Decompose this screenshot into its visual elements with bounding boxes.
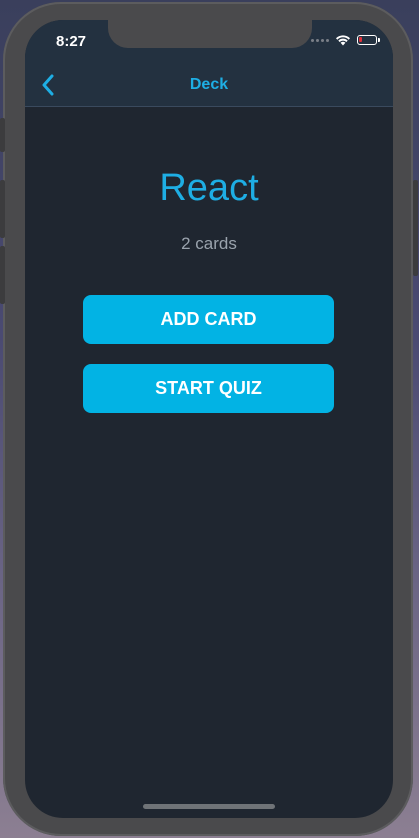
cellular-signal-icon: [311, 38, 329, 42]
battery-icon: [357, 35, 380, 45]
add-card-button[interactable]: ADD CARD: [83, 295, 334, 344]
notch: [108, 20, 312, 48]
volume-down-button: [0, 246, 5, 304]
silent-switch: [0, 118, 5, 152]
deck-title: React: [159, 167, 259, 209]
home-indicator[interactable]: [143, 804, 275, 809]
wifi-icon: [336, 35, 350, 46]
start-quiz-button[interactable]: START QUIZ: [83, 364, 334, 413]
volume-up-button: [0, 180, 5, 238]
status-time: 8:27: [56, 33, 87, 50]
navigation-bar: Deck: [25, 64, 393, 107]
phone-screen: 8:27 Deck React 2 cards ADD CARD START Q…: [25, 20, 393, 818]
nav-title: Deck: [189, 76, 229, 93]
status-icons: [311, 34, 380, 46]
deck-card-count: 2 cards: [181, 234, 237, 253]
power-button: [413, 180, 418, 276]
